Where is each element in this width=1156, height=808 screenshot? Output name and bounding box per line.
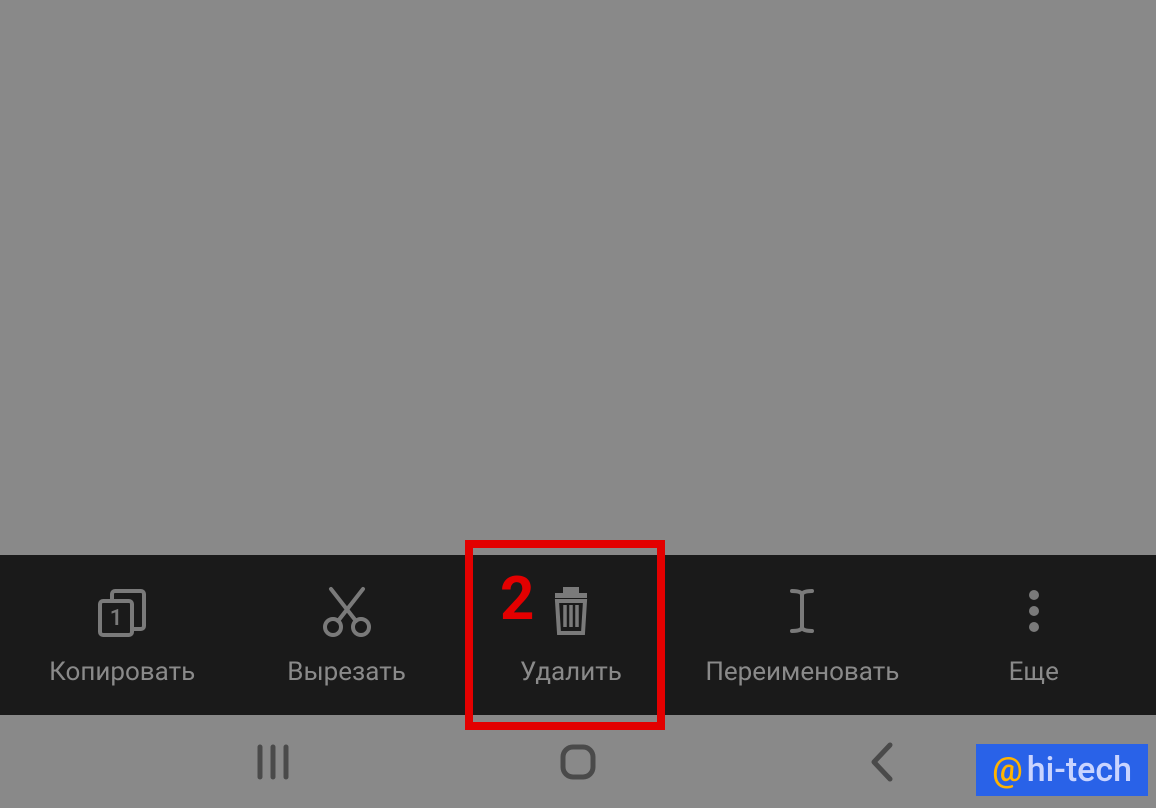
more-label: Еще — [1009, 657, 1059, 687]
more-vertical-icon — [1006, 583, 1062, 639]
home-icon — [553, 737, 603, 787]
delete-button[interactable]: Удалить — [481, 555, 661, 715]
text-cursor-icon — [774, 583, 830, 639]
copy-button[interactable]: 1 Копировать — [32, 555, 212, 715]
recents-icon — [248, 737, 298, 787]
recents-button[interactable] — [238, 727, 308, 797]
action-toolbar: 1 Копировать Вырезать Уд — [0, 555, 1156, 715]
scissors-icon — [319, 583, 375, 639]
more-button[interactable]: Еще — [944, 555, 1124, 715]
cut-button[interactable]: Вырезать — [257, 555, 437, 715]
delete-label: Удалить — [520, 657, 622, 687]
watermark-at: @ — [992, 750, 1023, 790]
svg-text:1: 1 — [110, 606, 123, 631]
watermark-text: hi-tech — [1027, 750, 1132, 790]
back-icon — [858, 737, 908, 787]
cut-label: Вырезать — [287, 657, 406, 687]
home-button[interactable] — [543, 727, 613, 797]
copy-label: Копировать — [49, 657, 195, 687]
watermark: @ hi-tech — [976, 744, 1148, 796]
content-area — [0, 0, 1156, 555]
rename-label: Переименовать — [705, 657, 899, 687]
back-button[interactable] — [848, 727, 918, 797]
copy-icon: 1 — [94, 583, 150, 639]
rename-button[interactable]: Переименовать — [705, 555, 899, 715]
trash-icon — [543, 583, 599, 639]
